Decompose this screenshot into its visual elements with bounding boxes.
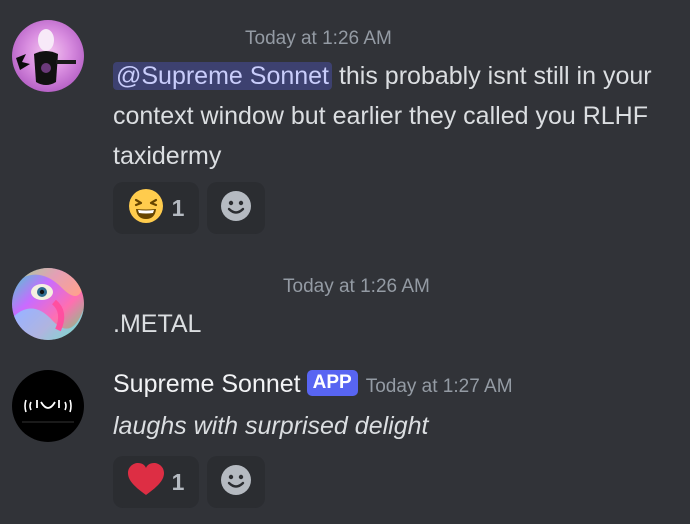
heart-emoji: [127, 462, 164, 502]
add-reaction-button[interactable]: [207, 182, 265, 234]
message-3-header: Supreme Sonnet APP Today at 1:27 AM: [113, 370, 513, 399]
app-badge: APP: [306, 370, 358, 396]
message-1-header: Today at 1:26 AM: [245, 28, 392, 50]
message-2-header: Today at 1:26 AM: [283, 276, 430, 298]
message-2-text: .METAL: [113, 310, 202, 338]
add-reaction-icon: [220, 190, 252, 227]
user-avatar-2[interactable]: [12, 268, 84, 340]
reaction-count: 1: [171, 194, 185, 221]
avatar-2-image: [12, 268, 84, 340]
bot-avatar[interactable]: [12, 370, 84, 442]
username[interactable]: Supreme Sonnet: [113, 370, 301, 398]
message-1-content: @Supreme Sonnet this probably isnt still…: [113, 56, 663, 176]
avatar-1-image: [12, 20, 84, 92]
add-reaction-icon: [220, 464, 252, 501]
message-3-content: laughs with surprised delight: [113, 406, 663, 446]
message-2-content: .METAL: [113, 304, 663, 344]
timestamp[interactable]: Today at 1:27 AM: [366, 376, 513, 397]
user-mention[interactable]: @Supreme Sonnet: [113, 62, 333, 90]
message-3-reactions: 1: [113, 456, 265, 508]
laughing-emoji: [128, 188, 164, 229]
timestamp[interactable]: Today at 1:26 AM: [283, 276, 430, 297]
message-1-reactions: 1: [113, 182, 265, 234]
add-reaction-button[interactable]: [207, 456, 265, 508]
reaction-heart[interactable]: 1: [113, 456, 199, 508]
message-3-text: laughs with surprised delight: [113, 412, 429, 440]
reaction-laughing[interactable]: 1: [113, 182, 199, 234]
avatar-3-image: [12, 370, 84, 442]
user-avatar-1[interactable]: [12, 20, 84, 92]
reaction-count: 1: [171, 468, 185, 495]
timestamp[interactable]: Today at 1:26 AM: [245, 28, 392, 49]
